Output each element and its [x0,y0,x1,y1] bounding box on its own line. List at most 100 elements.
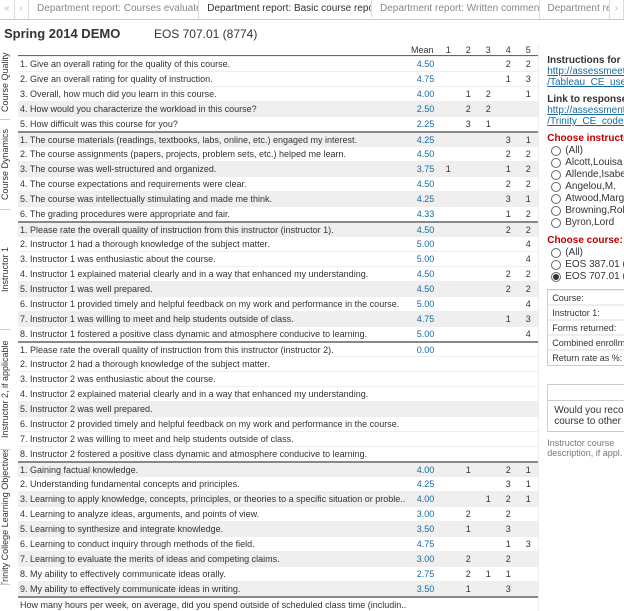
question-text: 6. Instructor 2 provided timely and help… [18,419,406,429]
table-row: 9. My ability to effectively communicate… [18,581,538,596]
mean-value: 3.50 [406,524,438,534]
table-row: 1. Give an overall rating for the qualit… [18,56,538,71]
response-codes-label: Link to response codes: [547,94,624,105]
instructor-option[interactable]: Alcott,Louisa May [551,157,624,168]
question-text: 4. Instructor 2 explained material clear… [18,389,406,399]
count-cell: 3 [498,524,518,534]
question-text: 3. Overall, how much did you learn in th… [18,89,406,99]
count-cell: 3 [518,314,538,324]
count-cell: 2 [518,59,538,69]
course-metadata-table: Course:Name of courseInstructor 1:Hawtho… [547,289,624,366]
radio-icon [551,170,561,180]
option-label: Alcott,Louisa May [565,157,624,168]
radio-icon [551,272,561,282]
question-text: 2. Instructor 1 had a thorough knowledge… [18,239,406,249]
instructor-option[interactable]: Byron,Lord [551,217,624,228]
mean-value: 4.50 [406,269,438,279]
mean-value: 5.00 [406,299,438,309]
count-cell: 4 [518,299,538,309]
mean-value: 2.75 [406,569,438,579]
radio-icon [551,182,561,192]
count-cell: 1 [518,194,538,204]
choose-instructor-label: Choose instructor 1: [547,133,624,144]
count-cell: 1 [458,465,478,475]
col-4: 4 [498,45,518,55]
course-option[interactable]: EOS 387.01 (8929) [551,259,624,270]
section-label: Instructor 1 [0,210,10,330]
tab-nav-next[interactable]: › [610,0,624,19]
instructor-option[interactable]: (All) [551,145,624,156]
count-cell: 2 [518,149,538,159]
radio-icon [551,218,561,228]
radio-icon [551,260,561,270]
option-label: EOS 387.01 (8929) [565,259,624,270]
table-row: How many hours per week, on average, did… [18,596,538,611]
response-link-1[interactable]: http://assessment.aas.duke.edu [547,105,624,116]
option-label: Byron,Lord [565,217,614,228]
mean-value: 5.00 [406,239,438,249]
instructor-option[interactable]: Allende,Isabel [551,169,624,180]
table-row: 3. Learning to apply knowledge, concepts… [18,491,538,506]
count-cell: 3 [518,74,538,84]
instructor-option[interactable]: Browning,Robert [551,205,624,216]
tab-nav-first[interactable]: « [0,0,15,19]
count-cell: 2 [498,59,518,69]
table-row: 2. Instructor 1 had a thorough knowledge… [18,236,538,251]
count-cell: 2 [458,569,478,579]
radio-icon [551,158,561,168]
tab-external[interactable]: Department report: Exter [540,0,610,19]
option-label: EOS 707.01 (8774) [565,271,624,282]
count-cell: 1 [498,74,518,84]
question-text: 4. Learning to analyze ideas, arguments,… [18,509,406,519]
response-link-2[interactable]: /Trinity_CE_codes.htm [547,116,624,127]
count-cell: 2 [498,269,518,279]
radio-icon [551,194,561,204]
question-text: 6. Instructor 1 provided timely and help… [18,299,406,309]
mean-value: 4.75 [406,539,438,549]
side-panel: Instructions for printing: http://assess… [539,45,624,611]
meta-key: Instructor 1: [548,306,624,320]
print-link-2[interactable]: /Tableau_CE_users_guide.htm#basic_print [547,77,624,88]
question-text: 5. Learning to synthesize and integrate … [18,524,406,534]
term-label: Spring 2014 DEMO [4,26,120,41]
print-link-1[interactable]: http://assessmeet.aas.duke.edu [547,66,624,77]
question-text: 3. Instructor 1 was enthusiastic about t… [18,254,406,264]
tab-courses-evaluated[interactable]: Department report: Courses evaluated [29,0,199,19]
count-cell: 3 [518,539,538,549]
table-row: 5. The course was intellectually stimula… [18,191,538,206]
count-cell: 1 [478,494,498,504]
mean-value: 4.25 [406,194,438,204]
count-cell: 2 [518,179,538,189]
question-text: 3. Learning to apply knowledge, concepts… [18,494,406,504]
page-title: Spring 2014 DEMO EOS 707.01 (8774) [0,20,624,45]
col-3: 3 [478,45,498,55]
mean-value: 4.00 [406,494,438,504]
table-row: 4. How would you characterize the worklo… [18,101,538,116]
count-cell: 2 [518,225,538,235]
meta-row: Course:Name of course [548,290,624,305]
option-label: Atwood,Margaret [565,193,624,204]
count-cell: 1 [478,569,498,579]
mean-value: 5.00 [406,254,438,264]
table-row: 7. Learning to evaluate the merits of id… [18,551,538,566]
count-cell: 2 [498,284,518,294]
meta-row: Forms returned:4 [548,320,624,335]
col-question [18,45,406,55]
table-row: 6. Instructor 1 provided timely and help… [18,296,538,311]
course-option[interactable]: (All) [551,247,624,258]
instructor-option[interactable]: Angelou,M. [551,181,624,192]
tab-basic-course-report[interactable]: Department report: Basic course report [199,0,372,19]
mean-value: 5.00 [406,329,438,339]
mean-value: 0.00 [406,345,438,355]
count-cell: 1 [458,584,478,594]
table-row: 2. The course assignments (papers, proje… [18,146,538,161]
tab-nav-prev[interactable]: ‹ [15,0,30,19]
question-text: 6. Learning to conduct inquiry through m… [18,539,406,549]
meta-key: Return rate as %: [548,351,624,365]
table-row: 7. Instructor 2 was willing to meet and … [18,431,538,446]
count-cell: 1 [498,539,518,549]
table-row: 6. The grading procedures were appropria… [18,206,538,221]
instructor-option[interactable]: Atwood,Margaret [551,193,624,204]
tab-written-comments[interactable]: Department report: Written comments [372,0,540,19]
course-option[interactable]: EOS 707.01 (8774) [551,271,624,282]
